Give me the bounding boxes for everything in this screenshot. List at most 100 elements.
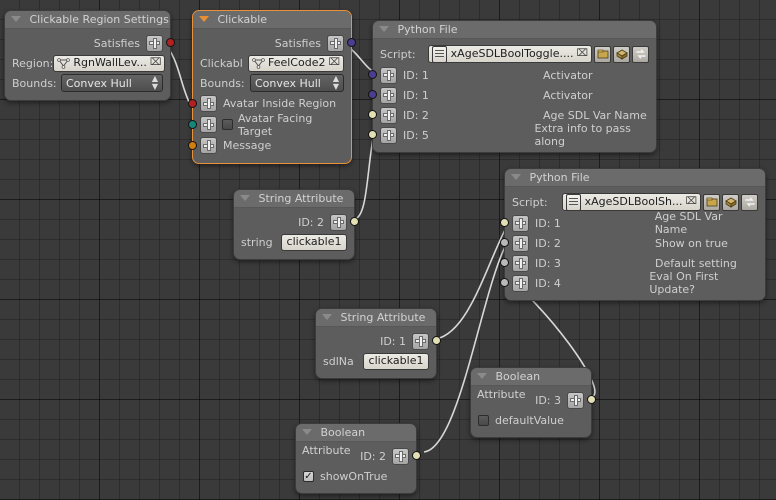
collapse-triangle-icon[interactable] <box>379 26 389 32</box>
add-input-button[interactable] <box>380 126 397 144</box>
node-clickable[interactable]: Clickable Satisfies Clickabl FeelCode2 ⌧… <box>188 10 356 164</box>
boolean-prop-row[interactable]: defaultValue <box>478 410 584 430</box>
socket-satisfies-output[interactable] <box>166 38 175 47</box>
script-picker[interactable]: xAgeSDLBoolToggle.... ⌧ <box>427 45 592 63</box>
add-input-button[interactable] <box>512 274 529 292</box>
package-icon[interactable] <box>613 45 630 63</box>
clear-icon[interactable]: ⌧ <box>150 55 162 71</box>
region-picker[interactable]: RgnWallLev... ⌧ <box>53 54 166 72</box>
node-editor-canvas[interactable]: Clickable Region Settings Satisfies Regi… <box>0 0 776 500</box>
region-field-row[interactable]: Region: RgnWallLev... ⌧ <box>12 53 166 73</box>
node-boolean-attribute-2[interactable]: Boolean Attribute ID: 2 ✓ showOnTrue <box>295 423 421 494</box>
collapse-triangle-icon[interactable] <box>511 174 521 180</box>
socket-boolean-output[interactable] <box>587 395 596 404</box>
add-input-button[interactable] <box>512 254 529 272</box>
add-input-button[interactable] <box>380 66 397 84</box>
avatar-facing-target-checkbox[interactable] <box>222 119 233 130</box>
add-input-button[interactable] <box>200 137 217 154</box>
input-row-eval-on-first-update[interactable]: ID: 4 Eval On First Update? <box>500 270 758 296</box>
add-output-button[interactable] <box>330 213 347 231</box>
collapse-triangle-icon[interactable] <box>302 429 312 435</box>
add-input-button[interactable] <box>380 86 397 104</box>
input-row-extra-info[interactable]: ID: 5 Extra info to pass along <box>368 122 649 148</box>
collapse-triangle-icon[interactable] <box>322 314 332 320</box>
add-input-button[interactable] <box>512 234 529 252</box>
input-row-age-sdl-var-name[interactable]: ID: 1 Age SDL Var Name <box>500 210 758 236</box>
add-input-button[interactable] <box>380 106 397 124</box>
collapse-triangle-icon[interactable] <box>199 16 209 22</box>
node-header[interactable]: Python File <box>505 169 765 187</box>
show-on-true-checkbox[interactable]: ✓ <box>303 470 314 482</box>
socket-message[interactable] <box>188 141 197 150</box>
string-prop-input[interactable]: clickable1 <box>363 352 429 370</box>
socket-avatar-facing-target[interactable] <box>188 120 197 129</box>
add-output-button[interactable] <box>412 332 429 350</box>
script-picker[interactable]: xAgeSDLBoolSh... ⌧ <box>561 193 701 211</box>
clear-icon[interactable]: ⌧ <box>685 194 697 210</box>
socket-age-sdl-var-name[interactable] <box>368 110 377 119</box>
node-clickable-region-settings[interactable]: Clickable Region Settings Satisfies Regi… <box>4 10 175 101</box>
node-python-file-show[interactable]: Python File Script: xAgeSDLBoolSh... ⌧ I… <box>500 168 766 301</box>
add-output-button[interactable] <box>392 447 409 465</box>
collapse-triangle-icon[interactable] <box>11 16 21 22</box>
default-value-checkbox[interactable] <box>478 414 489 426</box>
string-prop-input[interactable]: clickable1 <box>281 233 347 251</box>
node-python-file-toggle[interactable]: Python File Script: xAgeSDLBoolToggle...… <box>368 20 657 153</box>
socket-satisfies-output[interactable] <box>347 38 356 47</box>
node-header[interactable]: Clickable <box>193 11 351 29</box>
input-row-avatar-facing-target[interactable]: Avatar Facing Target <box>188 112 344 138</box>
refresh-icon[interactable] <box>741 193 758 211</box>
script-field-row[interactable]: Script: xAgeSDLBoolToggle.... ⌧ <box>380 43 649 65</box>
socket-show-on-true[interactable] <box>500 238 509 247</box>
clickable-picker[interactable]: FeelCode2 ⌧ <box>247 54 344 72</box>
string-prop-label: string <box>241 235 273 249</box>
node-header[interactable]: Boolean Attribute <box>471 368 591 401</box>
refresh-icon[interactable] <box>632 45 649 63</box>
socket-default-setting[interactable] <box>500 258 509 267</box>
collapse-triangle-icon[interactable] <box>477 373 487 379</box>
socket-string-output[interactable] <box>432 336 441 345</box>
bounds-dropdown[interactable]: Convex Hull ▲ ▼ <box>61 74 163 92</box>
boolean-prop-row[interactable]: ✓ showOnTrue <box>303 466 409 486</box>
bounds-field-row[interactable]: Bounds: Convex Hull ▲ ▼ <box>12 73 163 93</box>
node-header[interactable]: String Attribute <box>316 309 436 327</box>
clear-icon[interactable]: ⌧ <box>328 55 340 71</box>
input-row-activator-1[interactable]: ID: 1 Activator <box>368 65 649 85</box>
bounds-dropdown[interactable]: Convex Hull ▲ ▼ <box>250 74 344 92</box>
socket-extra-info[interactable] <box>368 130 377 139</box>
socket-eval-on-first-update[interactable] <box>500 278 509 287</box>
input-row-show-on-true[interactable]: ID: 2 Show on true <box>500 233 758 253</box>
add-output-button[interactable] <box>327 34 344 52</box>
socket-activator-2[interactable] <box>368 90 377 99</box>
socket-age-sdl-var-name[interactable] <box>500 218 509 227</box>
node-header[interactable]: Python File <box>373 21 656 39</box>
string-prop-row[interactable]: string clickable1 <box>241 232 347 252</box>
socket-boolean-output[interactable] <box>412 451 421 460</box>
node-header[interactable]: Clickable Region Settings <box>5 11 170 29</box>
socket-activator-1[interactable] <box>368 70 377 79</box>
node-output-row: ID: 2 <box>303 446 421 466</box>
node-string-attribute-2[interactable]: String Attribute ID: 2 string clickable1 <box>233 189 359 260</box>
input-row-activator-2[interactable]: ID: 1 Activator <box>368 85 649 105</box>
package-icon[interactable] <box>722 193 739 211</box>
collapse-triangle-icon[interactable] <box>240 195 250 201</box>
socket-avatar-inside-region[interactable] <box>188 99 197 108</box>
socket-string-output[interactable] <box>350 217 359 226</box>
add-input-button[interactable] <box>200 95 217 112</box>
clickable-field-row[interactable]: Clickabl FeelCode2 ⌧ <box>200 53 344 73</box>
add-input-button[interactable] <box>200 116 217 133</box>
save-icon[interactable] <box>594 45 611 63</box>
string-prop-row[interactable]: sdlNa clickable1 <box>323 351 429 371</box>
node-header[interactable]: Boolean Attribute <box>296 424 416 457</box>
save-icon[interactable] <box>703 193 720 211</box>
bounds-field-row[interactable]: Bounds: Convex Hull ▲ ▼ <box>200 73 344 93</box>
add-output-button[interactable] <box>567 391 584 409</box>
input-row-message[interactable]: Message <box>188 135 344 156</box>
node-boolean-attribute-3[interactable]: Boolean Attribute ID: 3 defaultValue <box>470 367 596 438</box>
node-string-attribute-1[interactable]: String Attribute ID: 1 sdlNa clickable1 <box>315 308 441 379</box>
clear-icon[interactable]: ⌧ <box>576 46 588 62</box>
output-id: ID: 1 <box>380 334 406 348</box>
node-header[interactable]: String Attribute <box>234 190 354 208</box>
add-output-button[interactable] <box>146 34 163 52</box>
add-input-button[interactable] <box>512 214 529 232</box>
